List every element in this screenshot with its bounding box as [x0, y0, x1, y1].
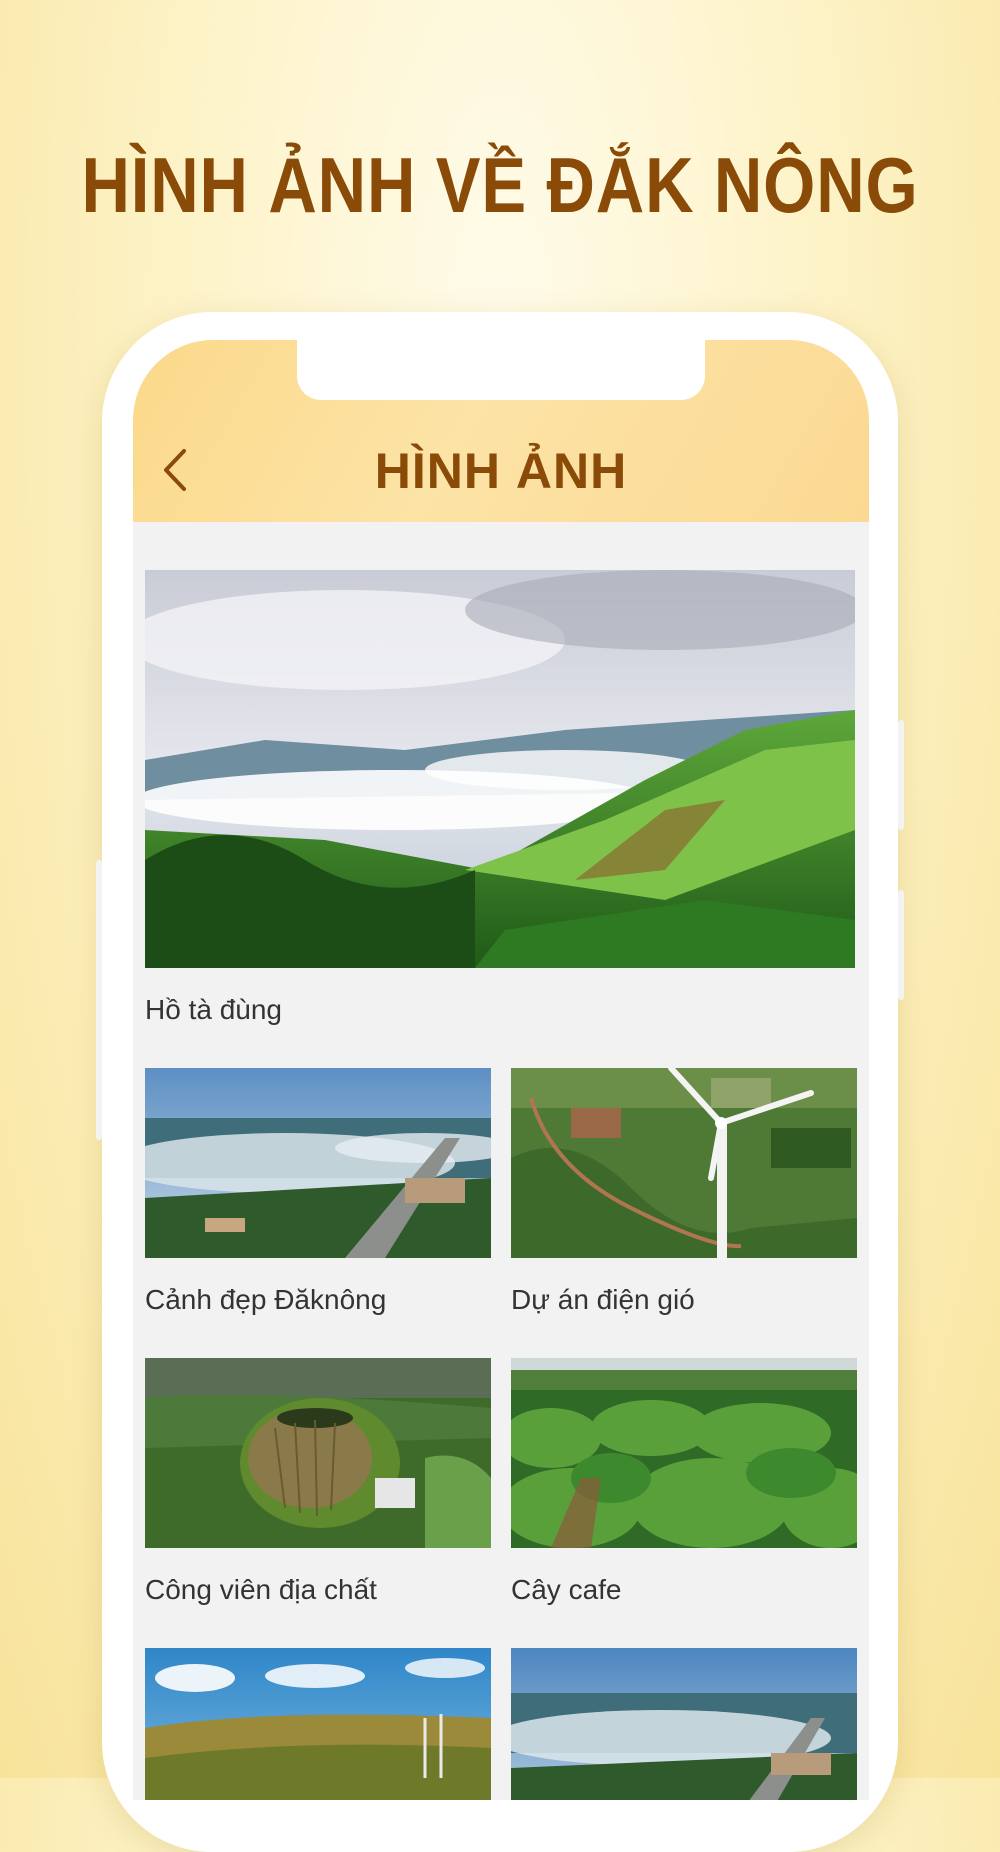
gallery-photo[interactable] — [145, 1358, 491, 1548]
gallery-caption: Công viên địa chất — [145, 1574, 377, 1605]
phone-notch — [297, 340, 705, 400]
app-header: HÌNH ẢNH — [133, 340, 869, 522]
gallery-photo[interactable] — [145, 1648, 491, 1800]
phone-side-button — [898, 720, 904, 830]
app-screen: HÌNH ẢNH Hồ tà đùng Cảnh đẹp Đăknông Dự … — [133, 340, 869, 1800]
gallery-photo[interactable] — [145, 570, 855, 968]
promo-title: HÌNH ẢNH VỀ ĐẮK NÔNG — [81, 141, 919, 229]
gallery-photo[interactable] — [511, 1648, 857, 1800]
gallery-photo[interactable] — [511, 1068, 857, 1258]
gallery-caption: Cảnh đẹp Đăknông — [145, 1284, 387, 1315]
phone-side-button — [96, 860, 102, 1140]
gallery-photo[interactable] — [511, 1358, 857, 1548]
page-title: HÌNH ẢNH — [374, 443, 628, 499]
gallery-caption: Hồ tà đùng — [145, 994, 282, 1025]
gallery-caption: Dự án điện gió — [511, 1284, 695, 1315]
gallery-caption: Cây cafe — [511, 1574, 622, 1605]
gallery-photo[interactable] — [145, 1068, 491, 1258]
phone-side-button — [898, 890, 904, 1000]
